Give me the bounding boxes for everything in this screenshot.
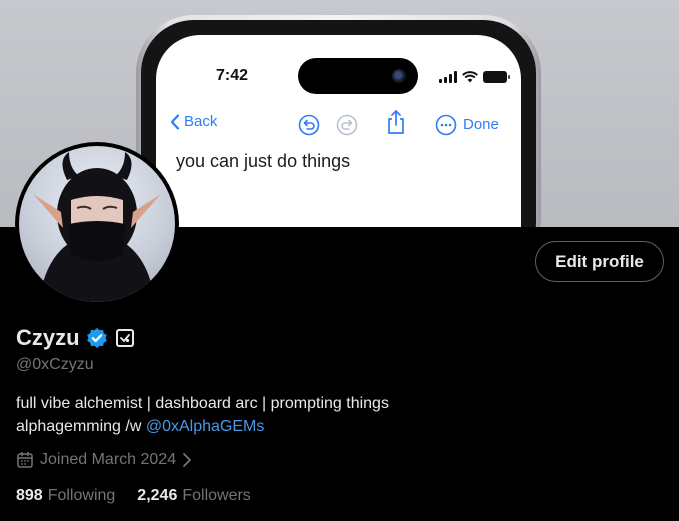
- chevron-left-icon: [170, 113, 180, 130]
- more-icon[interactable]: [434, 113, 458, 137]
- verified-badge-icon[interactable]: [86, 327, 108, 349]
- status-icons: [439, 71, 510, 83]
- bio-line-1: full vibe alchemist | dashboard arc | pr…: [16, 395, 389, 412]
- phone-frame: 7:42 Back Done you can just do things: [136, 15, 541, 227]
- bio-line-2: alphagemming /w @0xAlphaGEMs: [16, 415, 389, 438]
- followers-link[interactable]: 2,246 Followers: [137, 487, 251, 505]
- note-text: you can just do things: [176, 151, 351, 171]
- phone-screen: 7:42 Back Done you can just do things: [156, 35, 521, 227]
- user-handle: @0xCzyzu: [16, 356, 94, 373]
- following-label: Following: [47, 487, 116, 504]
- camera-icon: [392, 69, 406, 83]
- bio: full vibe alchemist | dashboard arc | pr…: [16, 392, 389, 438]
- status-time: 7:42: [216, 67, 249, 84]
- joined-text: Joined March 2024: [40, 451, 177, 468]
- battery-icon: [483, 71, 510, 83]
- follow-stats: 898 Following 2,246 Followers: [16, 487, 251, 505]
- followers-label: Followers: [182, 487, 251, 504]
- avatar[interactable]: [15, 142, 179, 306]
- cellular-signal-icon: [439, 71, 457, 83]
- avatar-image: [19, 146, 175, 302]
- followers-count: 2,246: [137, 487, 178, 504]
- chevron-right-icon: [183, 453, 191, 467]
- bio-mention-link[interactable]: @0xAlphaGEMs: [146, 418, 265, 435]
- share-icon[interactable]: [384, 110, 408, 134]
- redo-icon[interactable]: [335, 113, 359, 137]
- done-button[interactable]: Done: [463, 116, 499, 133]
- dynamic-island: [298, 58, 418, 94]
- affiliate-badge-icon[interactable]: [115, 329, 134, 347]
- joined-date[interactable]: Joined March 2024: [16, 451, 192, 469]
- edit-profile-button[interactable]: Edit profile: [535, 241, 664, 282]
- undo-icon[interactable]: [297, 113, 321, 137]
- notes-toolbar: Back Done: [156, 110, 521, 141]
- bio-text: alphagemming /w: [16, 418, 142, 435]
- following-link[interactable]: 898 Following: [16, 487, 115, 505]
- wifi-icon: [462, 71, 478, 83]
- phone-bezel: 7:42 Back Done you can just do things: [141, 20, 536, 227]
- following-count: 898: [16, 487, 43, 504]
- back-button[interactable]: Back: [170, 113, 217, 130]
- name-row: Czyzu: [16, 325, 134, 351]
- display-name: Czyzu: [16, 325, 80, 350]
- back-label: Back: [184, 113, 218, 130]
- calendar-icon: [17, 451, 33, 468]
